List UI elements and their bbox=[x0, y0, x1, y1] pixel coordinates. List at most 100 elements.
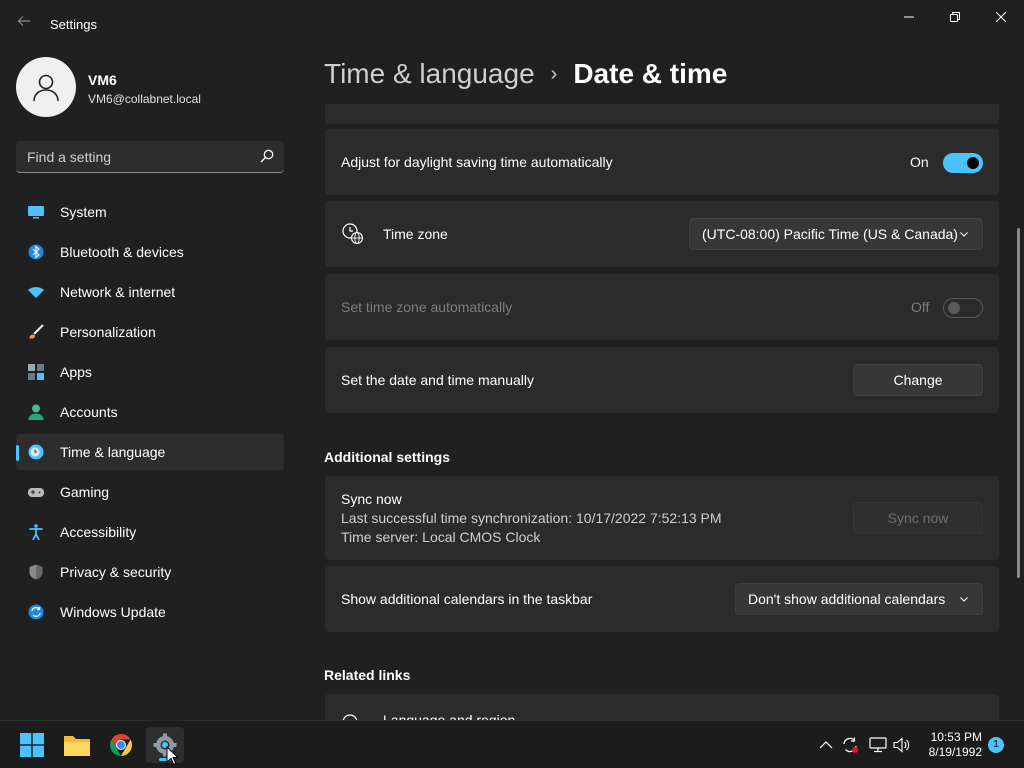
breadcrumb-parent[interactable]: Time & language bbox=[324, 58, 535, 89]
auto-time-zone-card: Set time zone automatically Off bbox=[325, 274, 999, 340]
additional-calendars-label: Show additional calendars in the taskbar bbox=[341, 591, 593, 607]
content-scrollbar[interactable] bbox=[1017, 228, 1020, 578]
taskbar-settings[interactable] bbox=[146, 727, 184, 763]
daylight-saving-label: Adjust for daylight saving time automati… bbox=[341, 154, 613, 170]
search-icon[interactable] bbox=[260, 149, 274, 163]
clock-globe-icon bbox=[28, 444, 44, 460]
time-zone-card: Time zone (UTC-08:00) Pacific Time (US &… bbox=[325, 201, 999, 267]
taskbar-file-explorer[interactable] bbox=[58, 727, 96, 763]
title-bar: Settings bbox=[0, 0, 1024, 48]
system-icon bbox=[28, 206, 44, 219]
bluetooth-icon bbox=[28, 244, 44, 260]
language-region-label: Language and region bbox=[383, 712, 516, 720]
additional-calendars-dropdown[interactable]: Don't show additional calendars bbox=[735, 583, 983, 615]
time-zone-dropdown[interactable]: (UTC-08:00) Pacific Time (US & Canada) bbox=[689, 218, 983, 250]
sidebar-item-personalization[interactable]: Personalization bbox=[16, 314, 284, 350]
sidebar-item-accessibility[interactable]: Accessibility bbox=[16, 514, 284, 550]
change-button[interactable]: Change bbox=[853, 364, 983, 396]
notification-badge[interactable]: 1 bbox=[988, 737, 1004, 753]
additional-calendars-value: Don't show additional calendars bbox=[748, 591, 946, 607]
taskbar: 10:53 PM 8/19/1992 1 bbox=[0, 720, 1024, 768]
brush-icon bbox=[29, 324, 44, 339]
sync-now-title: Sync now bbox=[341, 491, 402, 507]
auto-time-zone-state: Off bbox=[911, 299, 930, 315]
profile-email: VM6@collabnet.local bbox=[88, 92, 201, 106]
clock-date: 8/19/1992 bbox=[928, 745, 982, 759]
restore-icon bbox=[950, 12, 960, 22]
folder-icon bbox=[64, 736, 90, 756]
clock-time: 10:53 PM bbox=[930, 730, 982, 744]
sidebar-item-accounts[interactable]: Accounts bbox=[16, 394, 284, 430]
restore-button[interactable] bbox=[932, 6, 978, 28]
sidebar-item-windows-update[interactable]: Windows Update bbox=[16, 594, 284, 630]
minimize-button[interactable] bbox=[886, 6, 932, 28]
taskbar-chrome[interactable] bbox=[102, 727, 140, 763]
close-icon bbox=[996, 12, 1006, 22]
close-button[interactable] bbox=[978, 6, 1024, 28]
sync-last-time: Last successful time synchronization: 10… bbox=[341, 510, 722, 526]
network-monitor-icon bbox=[869, 737, 887, 753]
show-hidden-icons-button[interactable] bbox=[816, 735, 836, 755]
sidebar-item-label: Windows Update bbox=[60, 604, 166, 620]
app-title: Settings bbox=[50, 17, 97, 32]
accounts-icon bbox=[28, 404, 44, 420]
sidebar-item-label: Accounts bbox=[60, 404, 118, 420]
language-region-card[interactable]: Language and region bbox=[325, 694, 999, 720]
breadcrumb: Time & language › Date & time bbox=[324, 58, 727, 90]
sidebar-item-label: Time & language bbox=[60, 444, 166, 460]
sidebar-item-system[interactable]: System bbox=[16, 194, 284, 230]
accessibility-icon bbox=[29, 524, 43, 540]
toggle-knob bbox=[948, 302, 960, 314]
breadcrumb-separator: › bbox=[550, 63, 558, 85]
sidebar-item-gaming[interactable]: Gaming bbox=[16, 474, 284, 510]
time-zone-icon bbox=[342, 223, 364, 245]
settings-card-clipped bbox=[325, 104, 999, 124]
sidebar-item-privacy[interactable]: Privacy & security bbox=[16, 554, 284, 590]
minimize-icon bbox=[904, 16, 914, 18]
sync-now-button[interactable]: Sync now bbox=[853, 502, 983, 534]
additional-settings-heading: Additional settings bbox=[324, 449, 450, 465]
sidebar-item-label: Accessibility bbox=[60, 524, 137, 540]
daylight-saving-toggle[interactable] bbox=[943, 153, 983, 173]
user-profile[interactable]: VM6 VM6@collabnet.local bbox=[16, 57, 286, 117]
sidebar-item-label: Network & internet bbox=[60, 284, 176, 300]
chevron-up-icon bbox=[819, 741, 833, 749]
chevron-down-icon bbox=[960, 597, 968, 602]
sidebar-item-label: Privacy & security bbox=[60, 564, 172, 580]
page-title: Date & time bbox=[573, 58, 728, 89]
sync-time-server: Time server: Local CMOS Clock bbox=[341, 529, 541, 545]
sidebar-nav: System Bluetooth & devices Network & int… bbox=[16, 194, 284, 634]
search-input[interactable]: Find a setting bbox=[16, 141, 284, 173]
manual-date-time-card: Set the date and time manually Change bbox=[325, 347, 999, 413]
sync-now-card: Sync now Last successful time synchroniz… bbox=[325, 476, 999, 560]
start-button[interactable] bbox=[13, 727, 51, 763]
wifi-icon bbox=[28, 287, 44, 298]
tray-sync-status[interactable] bbox=[840, 735, 860, 755]
taskbar-clock[interactable]: 10:53 PM 8/19/1992 bbox=[912, 730, 982, 760]
sync-error-icon bbox=[843, 737, 858, 753]
auto-time-zone-label: Set time zone automatically bbox=[341, 299, 513, 315]
person-icon bbox=[33, 74, 59, 102]
related-links-heading: Related links bbox=[324, 667, 411, 683]
tray-network[interactable] bbox=[868, 735, 888, 755]
shield-icon bbox=[29, 564, 43, 580]
apps-icon bbox=[28, 364, 44, 380]
daylight-saving-state: On bbox=[910, 154, 929, 170]
back-button[interactable] bbox=[12, 14, 36, 34]
windows-logo-icon bbox=[20, 733, 44, 757]
auto-time-zone-toggle[interactable] bbox=[943, 298, 983, 318]
sidebar-item-label: Bluetooth & devices bbox=[60, 244, 184, 260]
sidebar-item-apps[interactable]: Apps bbox=[16, 354, 284, 390]
sidebar-item-time-language[interactable]: Time & language bbox=[16, 434, 284, 470]
sidebar-item-label: Apps bbox=[60, 364, 92, 380]
toggle-knob bbox=[967, 157, 979, 169]
sidebar-item-network[interactable]: Network & internet bbox=[16, 274, 284, 310]
chevron-down-icon bbox=[960, 232, 968, 237]
manual-date-time-label: Set the date and time manually bbox=[341, 372, 535, 388]
mouse-cursor-icon bbox=[166, 746, 178, 766]
sidebar-item-bluetooth[interactable]: Bluetooth & devices bbox=[16, 234, 284, 270]
search-placeholder: Find a setting bbox=[27, 149, 112, 165]
tray-volume[interactable] bbox=[892, 735, 912, 755]
profile-name: VM6 bbox=[88, 72, 117, 88]
update-icon bbox=[28, 604, 44, 620]
